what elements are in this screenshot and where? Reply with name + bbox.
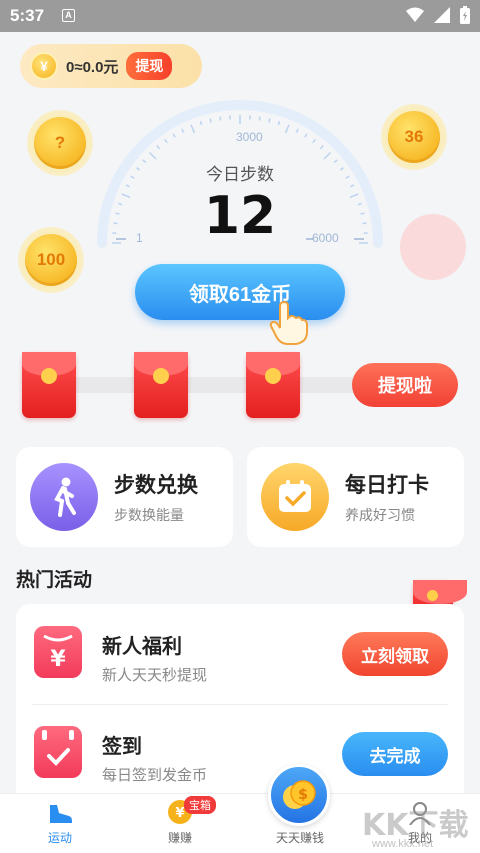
gauge-tick	[219, 116, 222, 121]
list-item: ¥ 新人福利 新人天天秒提现 立刻领取	[16, 604, 464, 704]
nav-label: 运动	[47, 831, 72, 845]
coin-icon: ¥	[30, 52, 58, 80]
feature-step-exchange[interactable]: 步数兑换 步数换能量	[16, 447, 233, 547]
svg-text:¥: ¥	[175, 806, 184, 821]
status-bar: 5:37 A	[0, 0, 480, 32]
activity-title: 新人福利	[102, 636, 182, 658]
activity-list: ¥ 新人福利 新人天天秒提现 立刻领取 签到 每日签到发金币 去完成	[16, 604, 464, 804]
claim-now-button[interactable]: 立刻领取	[342, 632, 448, 676]
gauge-tick	[304, 133, 308, 138]
daily-earn-center-button[interactable]: $	[268, 764, 330, 826]
nav-label: 天天赚钱	[275, 831, 324, 845]
status-icons	[406, 6, 470, 24]
gauge-tick	[190, 124, 196, 134]
battery-icon	[460, 6, 470, 24]
watermark-url: www.kkx.net	[372, 838, 434, 850]
feature-title: 每日打卡	[345, 474, 429, 497]
coin-stack-icon: $	[283, 780, 316, 809]
signal-icon	[434, 7, 450, 23]
gauge-tick	[277, 121, 281, 126]
shoe-icon	[50, 805, 72, 823]
step-count: 12	[203, 186, 277, 246]
gauge-tick	[148, 151, 157, 160]
svg-text:$: $	[298, 787, 308, 803]
activity-title: 签到	[102, 736, 142, 758]
wallet-pill[interactable]: ¥ 0≈0.0元 提现	[20, 44, 202, 88]
withdraw-chip[interactable]: 提现	[126, 52, 173, 80]
claim-coins-button[interactable]: 领取61金币	[135, 264, 345, 320]
feature-daily-checkin[interactable]: 每日打卡 养成好习惯	[247, 447, 464, 547]
gauge-tick	[209, 118, 212, 123]
gauge-mid-label: 3000	[236, 130, 263, 144]
treasure-badge: 宝箱	[184, 796, 216, 814]
nav-item-earn[interactable]: ¥ 赚赚 宝箱	[132, 794, 228, 853]
gauge-tick	[284, 124, 290, 134]
calendar-check-icon	[34, 726, 82, 778]
list-item: 签到 每日签到发金币 去完成	[16, 704, 464, 804]
gauge-tick	[156, 145, 161, 150]
calendar-check-icon	[261, 463, 329, 531]
red-envelope[interactable]	[22, 352, 76, 418]
feature-title: 步数兑换	[114, 474, 198, 497]
walking-icon	[30, 463, 98, 531]
gauge-tick	[258, 116, 261, 121]
nav-item-sport[interactable]: 运动	[12, 794, 108, 853]
go-complete-button[interactable]: 去完成	[342, 732, 448, 776]
withdraw-button[interactable]: 提现啦	[352, 363, 458, 407]
coin-label: 36	[388, 111, 440, 163]
gauge-tick	[268, 118, 271, 123]
wallet-amount: 0≈0.0元	[66, 58, 119, 76]
gauge-tick	[295, 128, 299, 133]
red-envelope[interactable]	[134, 352, 188, 418]
nav-label: 赚赚	[167, 831, 192, 845]
wifi-icon	[406, 7, 424, 22]
activity-subtitle: 新人天天秒提现	[102, 667, 208, 684]
gauge-tick	[181, 128, 185, 133]
gauge-tick	[319, 145, 324, 150]
notification-icon: A	[62, 9, 75, 22]
feature-subtitle: 步数换能量	[114, 507, 184, 523]
activity-subtitle: 每日签到发金币	[102, 767, 208, 784]
section-title: 热门活动	[16, 570, 93, 591]
pointing-hand-icon	[269, 300, 308, 345]
gauge-tick	[164, 139, 168, 144]
red-envelope[interactable]	[246, 352, 300, 418]
gauge-tick	[172, 133, 176, 138]
gauge-tick	[312, 139, 316, 144]
svg-text:¥: ¥	[50, 647, 66, 672]
gauge-tick	[323, 151, 332, 160]
gauge-title: 今日步数	[206, 165, 274, 184]
feature-subtitle: 养成好习惯	[345, 507, 415, 523]
gauge-tick	[199, 121, 203, 126]
status-time: 5:37	[10, 6, 45, 25]
gift-money-icon: ¥	[34, 626, 82, 678]
